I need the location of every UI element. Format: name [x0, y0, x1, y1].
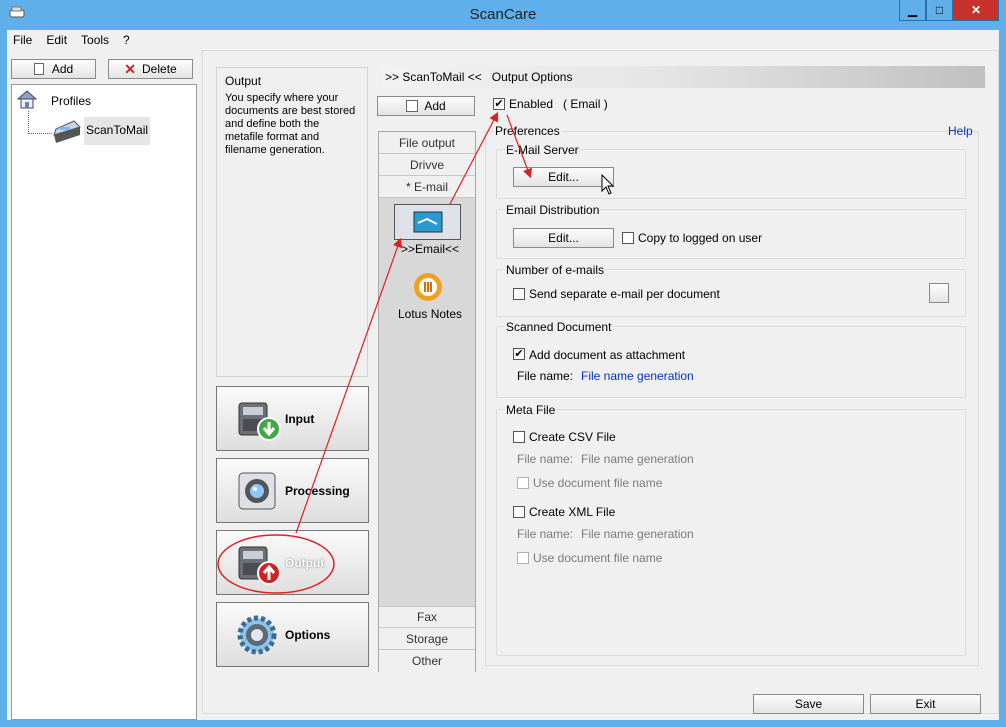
annotation-arrow-3 [506, 114, 532, 179]
annotation-ellipse [217, 534, 335, 594]
window: ScanCare ▁ □ ✕ File Edit Tools ? Add ✕ D… [0, 0, 1006, 727]
annotation-arrow-2 [449, 111, 499, 205]
annotation-arrow-1 [295, 237, 403, 534]
annotation-overlay [217, 111, 532, 594]
